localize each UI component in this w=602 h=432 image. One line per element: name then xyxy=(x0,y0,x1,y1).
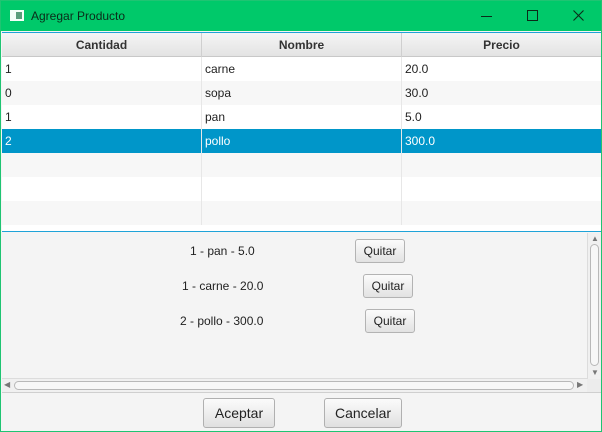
agregar-producto-window: Agregar Producto Cantidad Nombre Precio … xyxy=(0,0,602,432)
scroll-left-icon[interactable]: ◀ xyxy=(4,381,10,389)
cell-nombre: pollo xyxy=(202,129,402,153)
vertical-scroll-thumb[interactable] xyxy=(590,244,599,366)
cell-cantidad: 0 xyxy=(2,81,202,105)
cell-cantidad: 1 xyxy=(2,57,202,81)
empty-table-row xyxy=(2,177,601,201)
window-title: Agregar Producto xyxy=(31,9,126,23)
scrollbar-corner xyxy=(587,379,601,392)
quitar-button[interactable]: Quitar xyxy=(365,309,415,333)
cell-precio: 20.0 xyxy=(405,62,429,76)
scroll-right-icon[interactable]: ▶ xyxy=(577,381,583,389)
table-header: Cantidad Nombre Precio xyxy=(2,33,601,57)
empty-cell xyxy=(2,177,202,201)
item-label: 1 - pan - 5.0 xyxy=(190,244,255,258)
minimize-icon xyxy=(481,16,492,17)
empty-cell xyxy=(202,153,402,177)
cell-cantidad: 2 xyxy=(2,129,202,153)
table-row-selected[interactable]: 2 pollo 300.0 xyxy=(2,129,601,153)
empty-cell xyxy=(2,201,202,225)
close-icon xyxy=(573,10,584,21)
item-label: 1 - carne - 20.0 xyxy=(182,279,264,293)
empty-table-row xyxy=(2,201,601,225)
quitar-button[interactable]: Quitar xyxy=(363,274,413,298)
horizontal-scrollbar[interactable]: ◀ ▶ xyxy=(2,378,587,392)
scroll-down-icon[interactable]: ▼ xyxy=(591,369,599,377)
title-bar[interactable]: Agregar Producto xyxy=(1,1,601,31)
cell-nombre: pan xyxy=(202,105,402,129)
empty-cell xyxy=(202,201,402,225)
cell-precio: 5.0 xyxy=(405,110,422,124)
empty-cell xyxy=(402,201,601,225)
item-label: 2 - pollo - 300.0 xyxy=(180,314,264,328)
quitar-button[interactable]: Quitar xyxy=(355,239,405,263)
cell-nombre: carne xyxy=(202,57,402,81)
products-table: Cantidad Nombre Precio 1 carne 20.0 0 so… xyxy=(2,32,601,232)
cell-cantidad: 1 xyxy=(2,105,202,129)
empty-cell xyxy=(202,177,402,201)
column-header-nombre[interactable]: Nombre xyxy=(202,33,402,57)
column-header-precio[interactable]: Precio xyxy=(402,33,601,57)
empty-cell xyxy=(402,177,601,201)
table-row[interactable]: 1 pan 5.0 xyxy=(2,105,601,129)
table-row[interactable]: 1 carne 20.0 xyxy=(2,57,601,81)
horizontal-scroll-thumb[interactable] xyxy=(14,381,574,390)
vertical-scrollbar[interactable]: ▲ ▼ xyxy=(587,233,601,379)
cell-precio: 30.0 xyxy=(405,86,429,100)
cell-nombre: sopa xyxy=(202,81,402,105)
scroll-up-icon[interactable]: ▲ xyxy=(591,235,599,243)
selected-items-pane: 1 - pan - 5.0 Quitar 1 - carne - 20.0 Qu… xyxy=(2,233,601,393)
empty-table-row xyxy=(2,153,601,177)
cancel-button[interactable]: Cancelar xyxy=(324,398,402,428)
maximize-button[interactable] xyxy=(510,1,556,31)
app-icon xyxy=(10,10,24,21)
accept-button[interactable]: Aceptar xyxy=(203,398,275,428)
minimize-button[interactable] xyxy=(464,1,510,31)
column-header-cantidad[interactable]: Cantidad xyxy=(2,33,202,57)
empty-cell xyxy=(402,153,601,177)
empty-cell xyxy=(2,153,202,177)
close-button[interactable] xyxy=(556,1,602,31)
table-row[interactable]: 0 sopa 30.0 xyxy=(2,81,601,105)
maximize-icon xyxy=(527,10,538,21)
cell-precio: 300.0 xyxy=(405,134,436,148)
